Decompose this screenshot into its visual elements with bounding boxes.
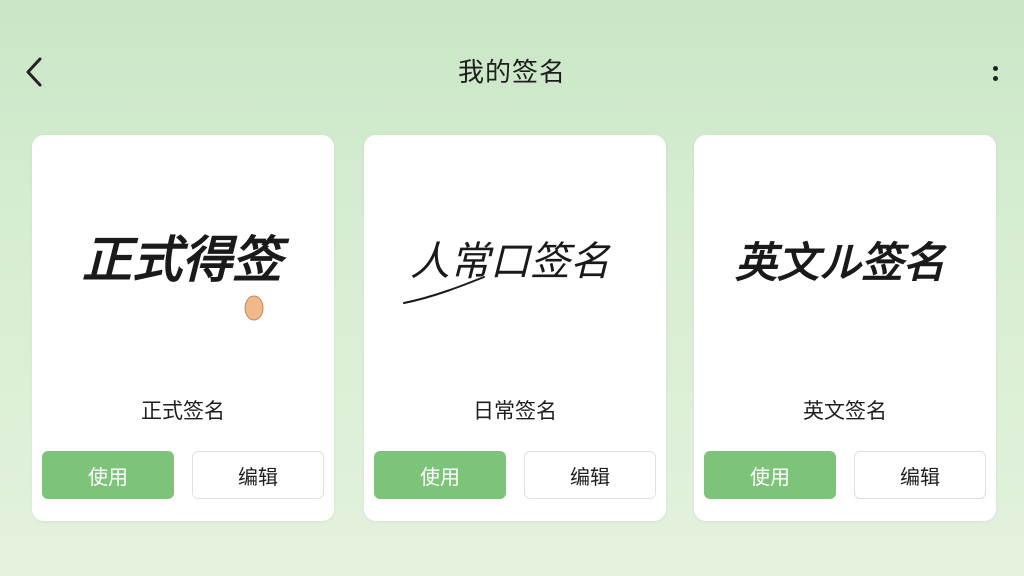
signature-card-english: 英文ル签名 英文签名 使用 编辑: [694, 135, 996, 521]
more-options-button[interactable]: [984, 56, 1006, 90]
page-title: 我的签名: [457, 58, 566, 88]
more-dot-icon: [992, 75, 998, 81]
signature-preview-text: 正式得签: [82, 230, 290, 289]
signature-card-list: 正式得签 正式签名 使用 编辑 人常口签名 日常签名 使用 编辑 英文ル签名 英…: [0, 135, 1024, 525]
signature-preview: 正式得签: [32, 185, 334, 335]
signature-preview-text: 英文ル签名: [735, 238, 947, 287]
signature-preview: 人常口签名: [364, 185, 666, 335]
signature-card-daily: 人常口签名 日常签名 使用 编辑: [364, 135, 666, 521]
more-dot-icon: [992, 65, 998, 71]
signature-preview: 英文ル签名: [694, 185, 996, 335]
use-button[interactable]: 使用: [42, 451, 174, 499]
use-button[interactable]: 使用: [374, 451, 506, 499]
pen-tip-icon: [244, 295, 264, 321]
signature-preview-text: 人常口签名: [410, 239, 611, 285]
top-bar: 我的签名: [0, 0, 1024, 140]
signature-card-formal: 正式得签 正式签名 使用 编辑: [32, 135, 334, 521]
edit-button[interactable]: 编辑: [524, 451, 656, 499]
signature-name: 正式签名: [141, 399, 225, 423]
signature-name: 英文签名: [803, 399, 887, 423]
signature-name: 日常签名: [473, 399, 557, 423]
edit-button[interactable]: 编辑: [854, 451, 986, 499]
use-button[interactable]: 使用: [704, 451, 836, 499]
edit-button[interactable]: 编辑: [192, 451, 324, 499]
